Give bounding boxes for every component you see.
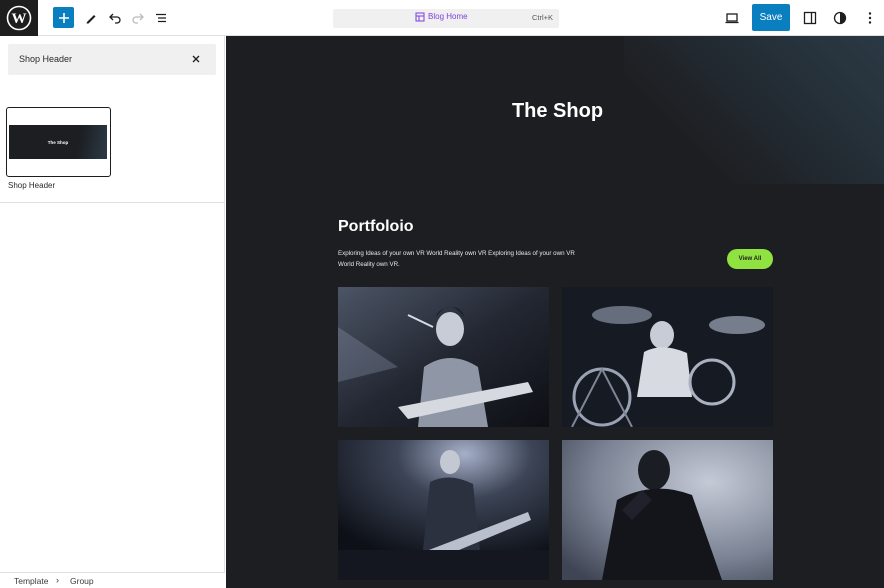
contrast-icon [833, 11, 847, 25]
undo-icon [109, 13, 121, 24]
shortcut-hint: Ctrl+K [531, 13, 553, 22]
pattern-inserter-sidebar: Shop Header The Shop Shop Header [0, 36, 225, 588]
desktop-icon [725, 13, 739, 24]
pattern-search-input[interactable]: Shop Header [8, 44, 216, 75]
search-value: Shop Header [19, 54, 73, 64]
view-all-button[interactable]: View All [727, 249, 773, 269]
editor-toolbar: W Blog Home Ctrl+K Save [0, 0, 884, 36]
list-view-button[interactable] [149, 6, 173, 30]
pencil-icon [86, 15, 96, 24]
command-palette-bar[interactable]: Blog Home Ctrl+K [333, 9, 559, 28]
plus-icon [58, 12, 69, 23]
breadcrumb: Template › Group [0, 572, 225, 588]
hero-title[interactable]: The Shop [226, 100, 884, 123]
pattern-preview: The Shop [9, 125, 107, 159]
sidebar-icon [803, 11, 817, 25]
settings-sidebar-button[interactable] [798, 6, 822, 30]
editor-canvas[interactable]: The Shop Portfoloio Exploring Ideas of y… [226, 36, 884, 588]
document-title: Blog Home [428, 12, 468, 21]
pattern-card-shop-header[interactable]: The Shop [6, 107, 111, 177]
redo-button[interactable] [126, 6, 150, 30]
close-icon[interactable] [190, 53, 202, 65]
masked-singer-photo[interactable] [562, 440, 773, 580]
guitarist-stage-photo[interactable] [338, 440, 549, 580]
pattern-preview-title: The Shop [47, 139, 69, 145]
breadcrumb-item-template[interactable]: Template [14, 576, 49, 586]
portfolio-description[interactable]: Exploring Ideas of your own VR World Rea… [338, 248, 583, 270]
tools-button[interactable] [79, 6, 103, 30]
portfolio-heading[interactable]: Portfoloio [338, 218, 414, 236]
more-vertical-icon [868, 12, 872, 24]
template-icon [415, 12, 425, 22]
breadcrumb-item-group[interactable]: Group [70, 576, 94, 586]
add-block-button[interactable] [53, 7, 74, 28]
device-preview-button[interactable] [720, 6, 744, 30]
redo-icon [132, 13, 144, 24]
pattern-label: Shop Header [8, 181, 56, 190]
options-button[interactable] [858, 6, 882, 30]
undo-button[interactable] [103, 6, 127, 30]
list-view-icon [156, 13, 166, 23]
guitarist-singing-photo[interactable] [338, 287, 549, 427]
chevron-right-icon: › [56, 575, 59, 585]
svg-text:W: W [12, 11, 27, 27]
divider [0, 202, 225, 203]
styles-button[interactable] [828, 6, 852, 30]
wordpress-logo-icon[interactable]: W [0, 0, 38, 36]
save-button[interactable]: Save [752, 4, 790, 31]
drummer-photo[interactable] [562, 287, 773, 427]
